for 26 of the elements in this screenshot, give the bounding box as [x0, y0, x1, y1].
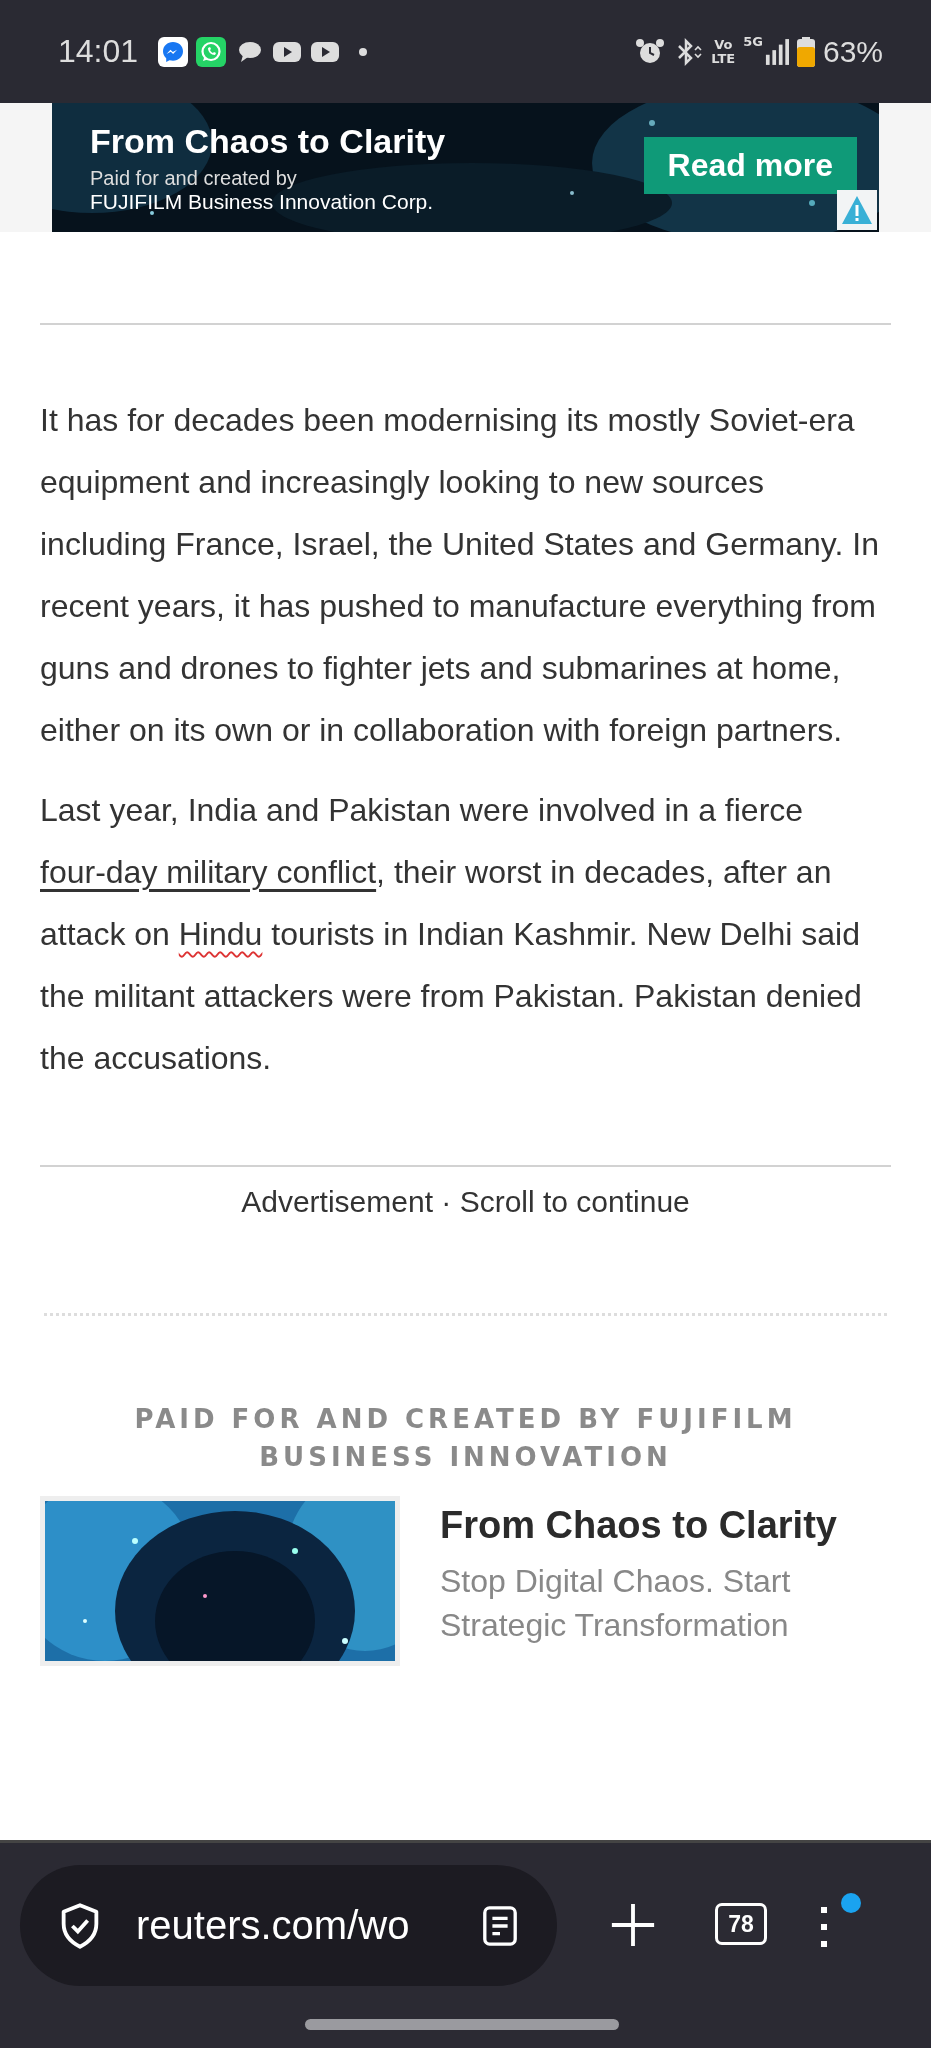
sponsor-label: PAID FOR AND CREATED BY FUJIFILM BUSINESS INNOVATION	[133, 1403, 798, 1474]
more-notifications-icon	[358, 46, 369, 57]
whatsapp-icon	[196, 36, 227, 67]
ad-sponsor-name: FUJIFILM Business Innovation Corp.	[90, 189, 435, 214]
sponsored-description: Stop Digital Chaos. Start Strategic Transformation	[440, 1562, 792, 1645]
address-bar[interactable]: reuters.com/wo	[20, 1865, 557, 1986]
plus-icon[interactable]	[609, 1901, 657, 1949]
volte-indicator: Vo LTE	[711, 37, 736, 66]
sponsored-title[interactable]: From Chaos to Clarity	[440, 1504, 891, 1547]
article-paragraph: It has for decades been modernising its mostly Soviet-era equipment and increasingly looking to new sources including France, Israel, the United States and Germany. In recent years, it has pushed to manufacture everything from guns and drones to fighter jets and submarines at home, either on its own or in collaboration with foreign partners.	[40, 401, 880, 750]
advertisement-notice: Advertisement · Scroll to continue	[240, 1185, 691, 1219]
battery-icon	[796, 36, 815, 67]
document-icon[interactable]	[481, 1903, 519, 1948]
tab-count-button[interactable]: 78	[715, 1903, 767, 1945]
ad-headline: From Chaos to Clarity	[90, 121, 447, 161]
menu-icon[interactable]	[819, 1905, 829, 1949]
url-text[interactable]: reuters.com/wo	[136, 1903, 447, 1948]
article-link[interactable]: four-day military conflict	[40, 854, 377, 890]
network-type: 5G	[743, 34, 763, 49]
article-paragraph: Last year, India and Pakistan were involved in a fierce four-day military conflict, their worst in decades, after an attack on Hindu tourists in Indian Kashmir. New Delhi said the militant attackers were from Pakistan. Pakistan denied the accusations.	[40, 791, 863, 1078]
messenger-icon	[158, 36, 189, 67]
ad-sponsor-text: Paid for and created by	[90, 166, 298, 190]
signal-icon	[764, 37, 789, 66]
battery-percentage: 63%	[822, 34, 883, 69]
read-more-button[interactable]: Read more	[643, 137, 857, 194]
clock: 14:01	[58, 33, 139, 70]
